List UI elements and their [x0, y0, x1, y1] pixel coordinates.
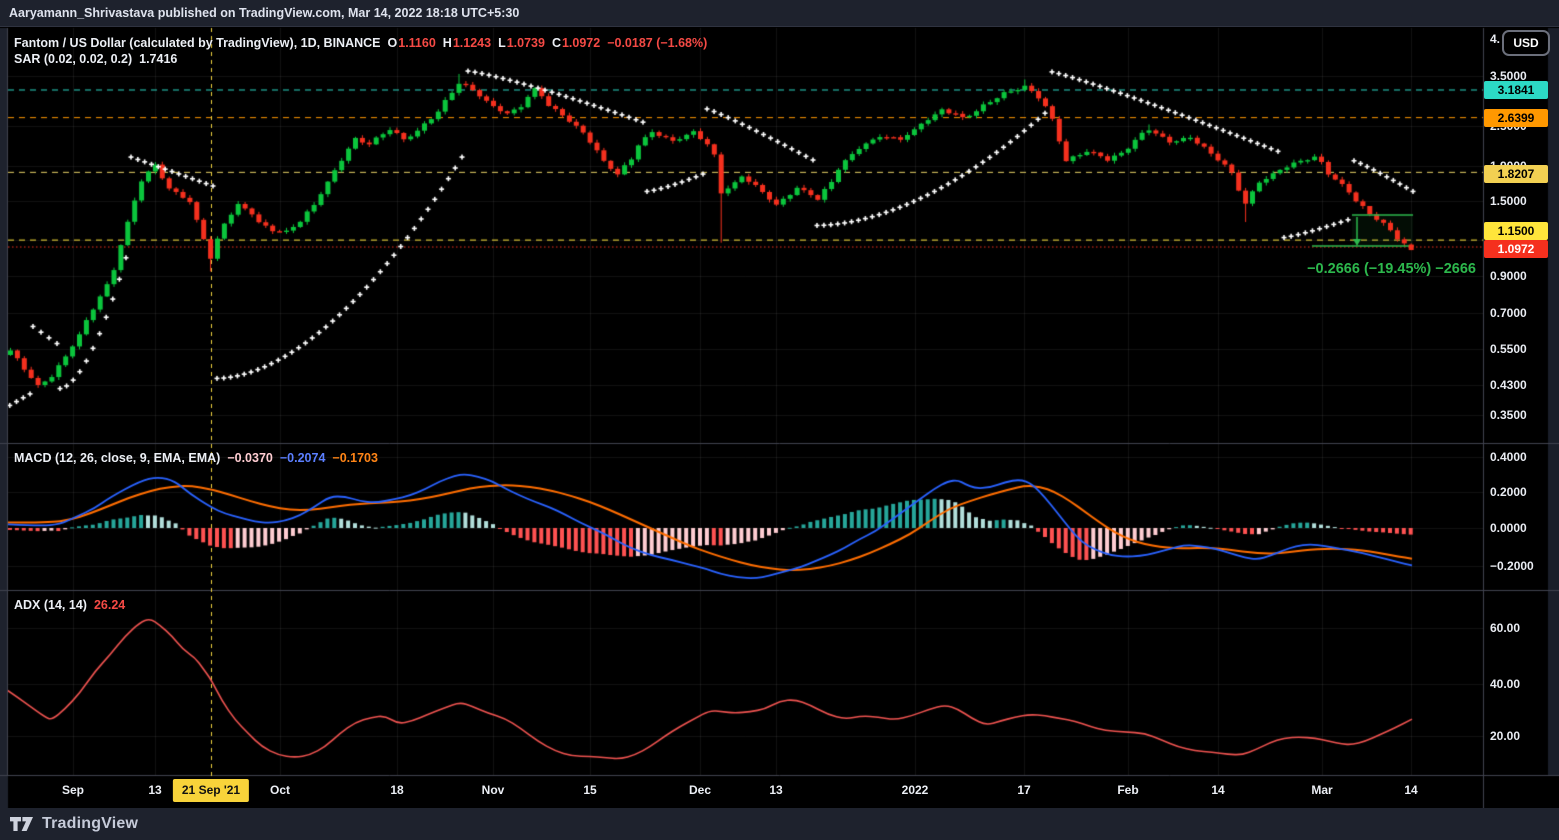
sar-label: SAR (0.02, 0.02, 0.2)	[14, 52, 132, 66]
price-axis-label: 0.9000	[1490, 269, 1527, 283]
time-tick-label: 14	[1404, 783, 1417, 797]
chart-canvas[interactable]	[0, 0, 1559, 840]
footer-bar: TradingView	[0, 808, 1559, 840]
measure-label: −0.2666 (−19.45%) −2666	[1307, 261, 1476, 277]
adx-label: ADX (14, 14)	[14, 598, 87, 612]
price-axis-label: 0.0000	[1490, 521, 1527, 535]
tradingview-logo-icon[interactable]	[10, 816, 33, 832]
price-axis-label: 0.3500	[1490, 408, 1527, 422]
time-tick-label: Sep	[62, 783, 84, 797]
time-tick-label: 13	[148, 783, 161, 797]
time-tick-label: 17	[1017, 783, 1030, 797]
sar-value: 1.7416	[139, 52, 177, 66]
high-label: H	[443, 36, 452, 50]
price-level-badge: 3.1841	[1484, 81, 1548, 99]
price-level-badge: 1.0972	[1484, 240, 1548, 258]
time-tick-label: 14	[1211, 783, 1224, 797]
symbol-legend[interactable]: Fantom / US Dollar (calculated by Tradin…	[14, 36, 707, 50]
low-label: L	[498, 36, 506, 50]
macd-line-value: −0.2074	[280, 451, 326, 465]
time-tick-label: 18	[390, 783, 403, 797]
time-tick-label: Oct	[270, 783, 290, 797]
macd-legend[interactable]: MACD (12, 26, close, 9, EMA, EMA) −0.037…	[14, 451, 378, 465]
time-tick-label: Feb	[1117, 783, 1138, 797]
price-level-badge: 2.6399	[1484, 109, 1548, 127]
macd-signal-value: −0.1703	[332, 451, 378, 465]
open-label: O	[388, 36, 398, 50]
price-axis-label: 20.00	[1490, 729, 1520, 743]
price-axis-label: 0.5500	[1490, 342, 1527, 356]
price-axis-label: 0.4300	[1490, 378, 1527, 392]
low-value: 1.0739	[507, 36, 545, 50]
close-label: C	[552, 36, 561, 50]
adx-value: 26.24	[94, 598, 125, 612]
price-axis-label: 1.5000	[1490, 194, 1527, 208]
time-tick-label: Dec	[689, 783, 711, 797]
currency-toggle-button[interactable]: USD	[1502, 30, 1550, 56]
tradingview-published-chart: Aaryamann_Shrivastava published on Tradi…	[0, 0, 1559, 840]
time-tick-label: 15	[583, 783, 596, 797]
price-level-badge: 1.1500	[1484, 222, 1548, 240]
high-value: 1.1243	[453, 36, 491, 50]
publish-bar: Aaryamann_Shrivastava published on Tradi…	[0, 0, 1559, 27]
time-tick-label: Nov	[482, 783, 505, 797]
price-axis-label: 4.	[1490, 32, 1500, 46]
macd-hist-value: −0.0370	[227, 451, 273, 465]
time-tick-label: 2022	[902, 783, 929, 797]
brand-wordmark[interactable]: TradingView	[42, 815, 138, 833]
price-axis-label: 0.7000	[1490, 306, 1527, 320]
price-axis-label: 60.00	[1490, 621, 1520, 635]
adx-legend[interactable]: ADX (14, 14) 26.24	[14, 598, 125, 612]
change-value: −0.0187 (−1.68%)	[607, 36, 707, 50]
event-date-tag: 21 Sep '21	[173, 779, 249, 802]
price-axis-label: 0.4000	[1490, 450, 1527, 464]
macd-label: MACD (12, 26, close, 9, EMA, EMA)	[14, 451, 220, 465]
price-axis-label: −0.2000	[1490, 559, 1534, 573]
symbol-title: Fantom / US Dollar (calculated by Tradin…	[14, 36, 381, 50]
close-value: 1.0972	[562, 36, 600, 50]
time-tick-label: Mar	[1311, 783, 1332, 797]
price-axis-label: 40.00	[1490, 677, 1520, 691]
open-value: 1.1160	[398, 36, 436, 50]
price-level-badge: 1.8207	[1484, 165, 1548, 183]
time-tick-label: 13	[769, 783, 782, 797]
publish-attribution: Aaryamann_Shrivastava published on Tradi…	[9, 6, 519, 20]
price-axis-label: 0.2000	[1490, 485, 1527, 499]
sar-legend[interactable]: SAR (0.02, 0.02, 0.2) 1.7416	[14, 52, 177, 66]
